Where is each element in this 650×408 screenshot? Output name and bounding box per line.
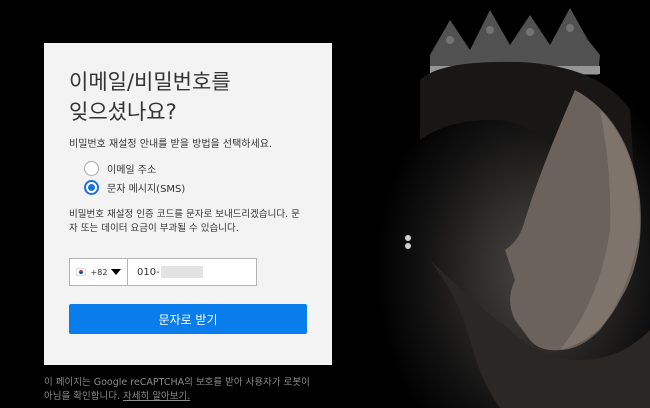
phone-number-value: 010- [137,266,160,278]
country-code-select[interactable]: +82 [70,259,128,285]
title-line-2: 잊으셨나요? [69,100,177,124]
phone-number-input[interactable]: 010- [128,259,256,285]
email-option-label: 이메일 주소 [107,164,157,176]
korea-flag-icon [75,268,86,276]
forgot-password-card: 이메일/비밀번호를 잊으셨나요? 비밀번호 재설정 안내를 받을 방법을 선택하… [44,43,332,365]
email-radio[interactable] [84,160,99,176]
title-line-1: 이메일/비밀번호를 [69,70,231,94]
sms-option-label: 문자 메시지(SMS) [107,183,186,195]
sms-notice: 비밀번호 재설정 인증 코드를 문자로 보내드리겠습니다. 문자 또는 데이터 … [69,209,300,234]
send-sms-button[interactable]: 문자로 받기 [69,304,307,334]
recaptcha-notice: 이 페이지는 Google reCAPTCHA의 보호를 받아 사용자가 로봇이… [44,376,314,404]
phone-input-group: +82 010- [69,258,257,286]
learn-more-link[interactable]: 자세히 알아보기. [123,391,190,402]
page-title: 이메일/비밀번호를 잊으셨나요? [69,67,319,127]
method-instructions: 비밀번호 재설정 안내를 받을 방법을 선택하세요. [69,139,273,150]
sms-radio[interactable] [84,179,99,195]
sms-option[interactable]: 문자 메시지(SMS) [84,178,185,196]
country-code: +82 [90,267,108,277]
redacted-digits [160,266,203,278]
chevron-down-icon [111,269,122,275]
email-option[interactable]: 이메일 주소 [84,159,156,177]
